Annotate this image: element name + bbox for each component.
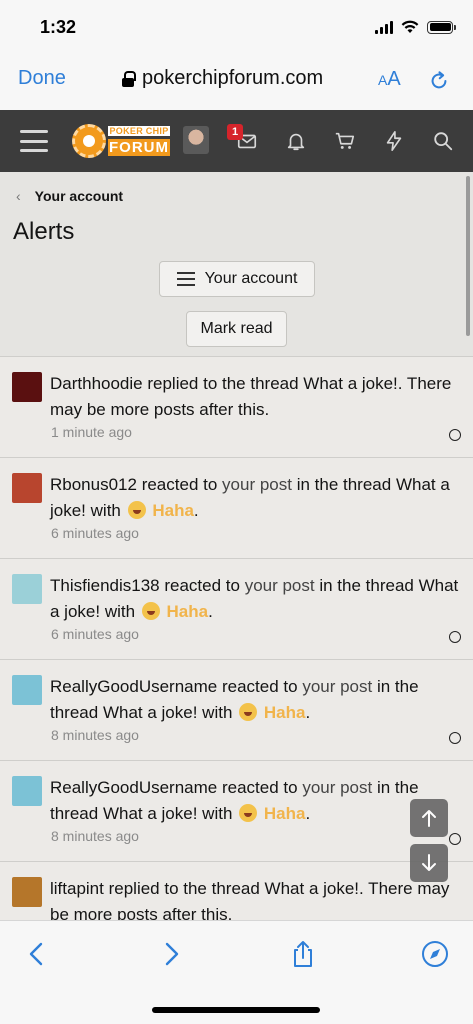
alert-post-link[interactable]: your post <box>245 576 315 595</box>
cellular-signal-icon <box>375 20 393 34</box>
arrow-down-icon <box>422 854 436 871</box>
logo-text-top: POKER CHIP <box>108 126 170 136</box>
status-icons <box>375 20 456 34</box>
alert-text: ReallyGoodUsername reacted to your post … <box>50 677 419 722</box>
laughing-emoji-icon <box>239 804 258 822</box>
forum-logo[interactable]: POKER CHIP FORUM <box>72 124 170 158</box>
status-bar: 1:32 <box>0 0 473 56</box>
inbox-badge: 1 <box>227 124 243 140</box>
alert-time: 8 minutes ago <box>51 828 139 844</box>
alert-username[interactable]: ReallyGoodUsername <box>50 677 217 696</box>
reload-icon[interactable] <box>428 70 450 92</box>
back-icon[interactable] <box>22 939 52 969</box>
reaction-label: Haha <box>263 703 306 722</box>
alert-text: ReallyGoodUsername reacted to your post … <box>50 778 419 823</box>
scroll-to-bottom-button[interactable] <box>410 844 448 882</box>
alert-thread-link[interactable]: What a joke! <box>303 374 398 393</box>
alert-item[interactable]: Rbonus012 reacted to your post in the th… <box>0 457 473 558</box>
alert-time: 6 minutes ago <box>51 525 139 541</box>
scroll-to-top-button[interactable] <box>410 799 448 837</box>
alert-time: 1 minute ago <box>51 424 132 440</box>
alert-thread-link[interactable]: What a joke! <box>103 804 198 823</box>
alert-time: 6 minutes ago <box>51 626 139 642</box>
alerts-list: Darthhoodie replied to the thread What a… <box>0 356 473 920</box>
chevron-left-icon: ‹ <box>16 188 21 204</box>
mark-read-button[interactable]: Mark read <box>186 311 287 347</box>
forward-icon[interactable] <box>156 939 186 969</box>
scroll-indicator <box>466 176 470 336</box>
alert-text: liftapint replied to the thread What a j… <box>50 879 450 920</box>
alert-item[interactable]: ReallyGoodUsername reacted to your post … <box>0 760 473 861</box>
laughing-emoji-icon <box>141 602 160 620</box>
url-field[interactable]: pokerchipforum.com <box>122 67 323 90</box>
forum-nav-bar: POKER CHIP FORUM 1 <box>0 110 473 172</box>
reaction-label: Haha <box>152 501 194 520</box>
breadcrumb[interactable]: ‹ Your account <box>16 188 123 204</box>
arrow-up-icon <box>422 810 436 827</box>
alert-avatar[interactable] <box>12 877 42 907</box>
url-text: pokerchipforum.com <box>142 67 324 89</box>
wifi-icon <box>401 20 419 33</box>
mark-read-toggle[interactable] <box>449 833 461 845</box>
mark-read-button-label: Mark read <box>200 320 273 337</box>
laughing-emoji-icon <box>127 501 146 519</box>
alert-avatar[interactable] <box>12 776 42 806</box>
laughing-emoji-icon <box>239 703 258 721</box>
alert-text: Darthhoodie replied to the thread What a… <box>50 374 452 419</box>
alert-item[interactable]: liftapint replied to the thread What a j… <box>0 861 473 920</box>
share-icon[interactable] <box>288 939 318 969</box>
alert-username[interactable]: liftapint <box>50 879 104 898</box>
alert-item[interactable]: Darthhoodie replied to the thread What a… <box>0 356 473 457</box>
alert-username[interactable]: Darthhoodie <box>50 374 143 393</box>
user-avatar[interactable] <box>183 126 209 154</box>
alert-item[interactable]: Thisfiendis138 reacted to your post in t… <box>0 558 473 659</box>
reaction-label: Haha <box>166 602 209 621</box>
alert-time: 8 minutes ago <box>51 727 139 743</box>
mark-read-toggle[interactable] <box>449 631 461 643</box>
alert-item[interactable]: ReallyGoodUsername reacted to your post … <box>0 659 473 760</box>
battery-icon <box>427 20 456 34</box>
logo-text-bottom: FORUM <box>108 139 170 156</box>
alert-post-link[interactable]: your post <box>302 778 372 797</box>
lock-icon <box>122 70 136 87</box>
your-account-button-label: Your account <box>204 270 298 287</box>
menu-icon <box>176 272 195 286</box>
alert-text: Thisfiendis138 reacted to your post in t… <box>50 576 459 621</box>
lightning-icon[interactable] <box>383 130 405 152</box>
alert-avatar[interactable] <box>12 574 42 604</box>
alert-thread-link[interactable]: What a joke! <box>265 879 360 898</box>
alert-avatar[interactable] <box>12 372 42 402</box>
alert-post-link[interactable]: your post <box>222 475 292 494</box>
safari-address-bar: Done pokerchipforum.com AA <box>0 56 473 110</box>
hamburger-menu-icon[interactable] <box>20 130 48 152</box>
status-time: 1:32 <box>40 17 77 37</box>
your-account-button[interactable]: Your account <box>159 261 315 297</box>
alert-text: Rbonus012 reacted to your post in the th… <box>50 475 450 520</box>
compass-icon[interactable] <box>420 939 450 969</box>
mark-read-toggle[interactable] <box>449 732 461 744</box>
page-title: Alerts <box>13 218 75 245</box>
bell-icon[interactable] <box>285 130 307 152</box>
alert-avatar[interactable] <box>12 675 42 705</box>
alert-username[interactable]: ReallyGoodUsername <box>50 778 217 797</box>
text-size-button[interactable]: AA <box>378 68 401 91</box>
search-icon[interactable] <box>432 130 454 152</box>
breadcrumb-label: Your account <box>34 188 124 204</box>
mark-read-toggle[interactable] <box>449 429 461 441</box>
alert-thread-link[interactable]: What a joke! <box>103 703 198 722</box>
page-header: ‹ Your account Alerts Your account Mark … <box>0 172 473 356</box>
poker-chip-logo-icon <box>72 124 106 158</box>
alert-avatar[interactable] <box>12 473 42 503</box>
home-indicator <box>152 1007 320 1013</box>
alert-username[interactable]: Thisfiendis138 <box>50 576 160 595</box>
done-button[interactable]: Done <box>18 67 66 90</box>
reaction-label: Haha <box>263 804 306 823</box>
cart-icon[interactable] <box>334 130 356 152</box>
alert-post-link[interactable]: your post <box>302 677 372 696</box>
alert-username[interactable]: Rbonus012 <box>50 475 137 494</box>
